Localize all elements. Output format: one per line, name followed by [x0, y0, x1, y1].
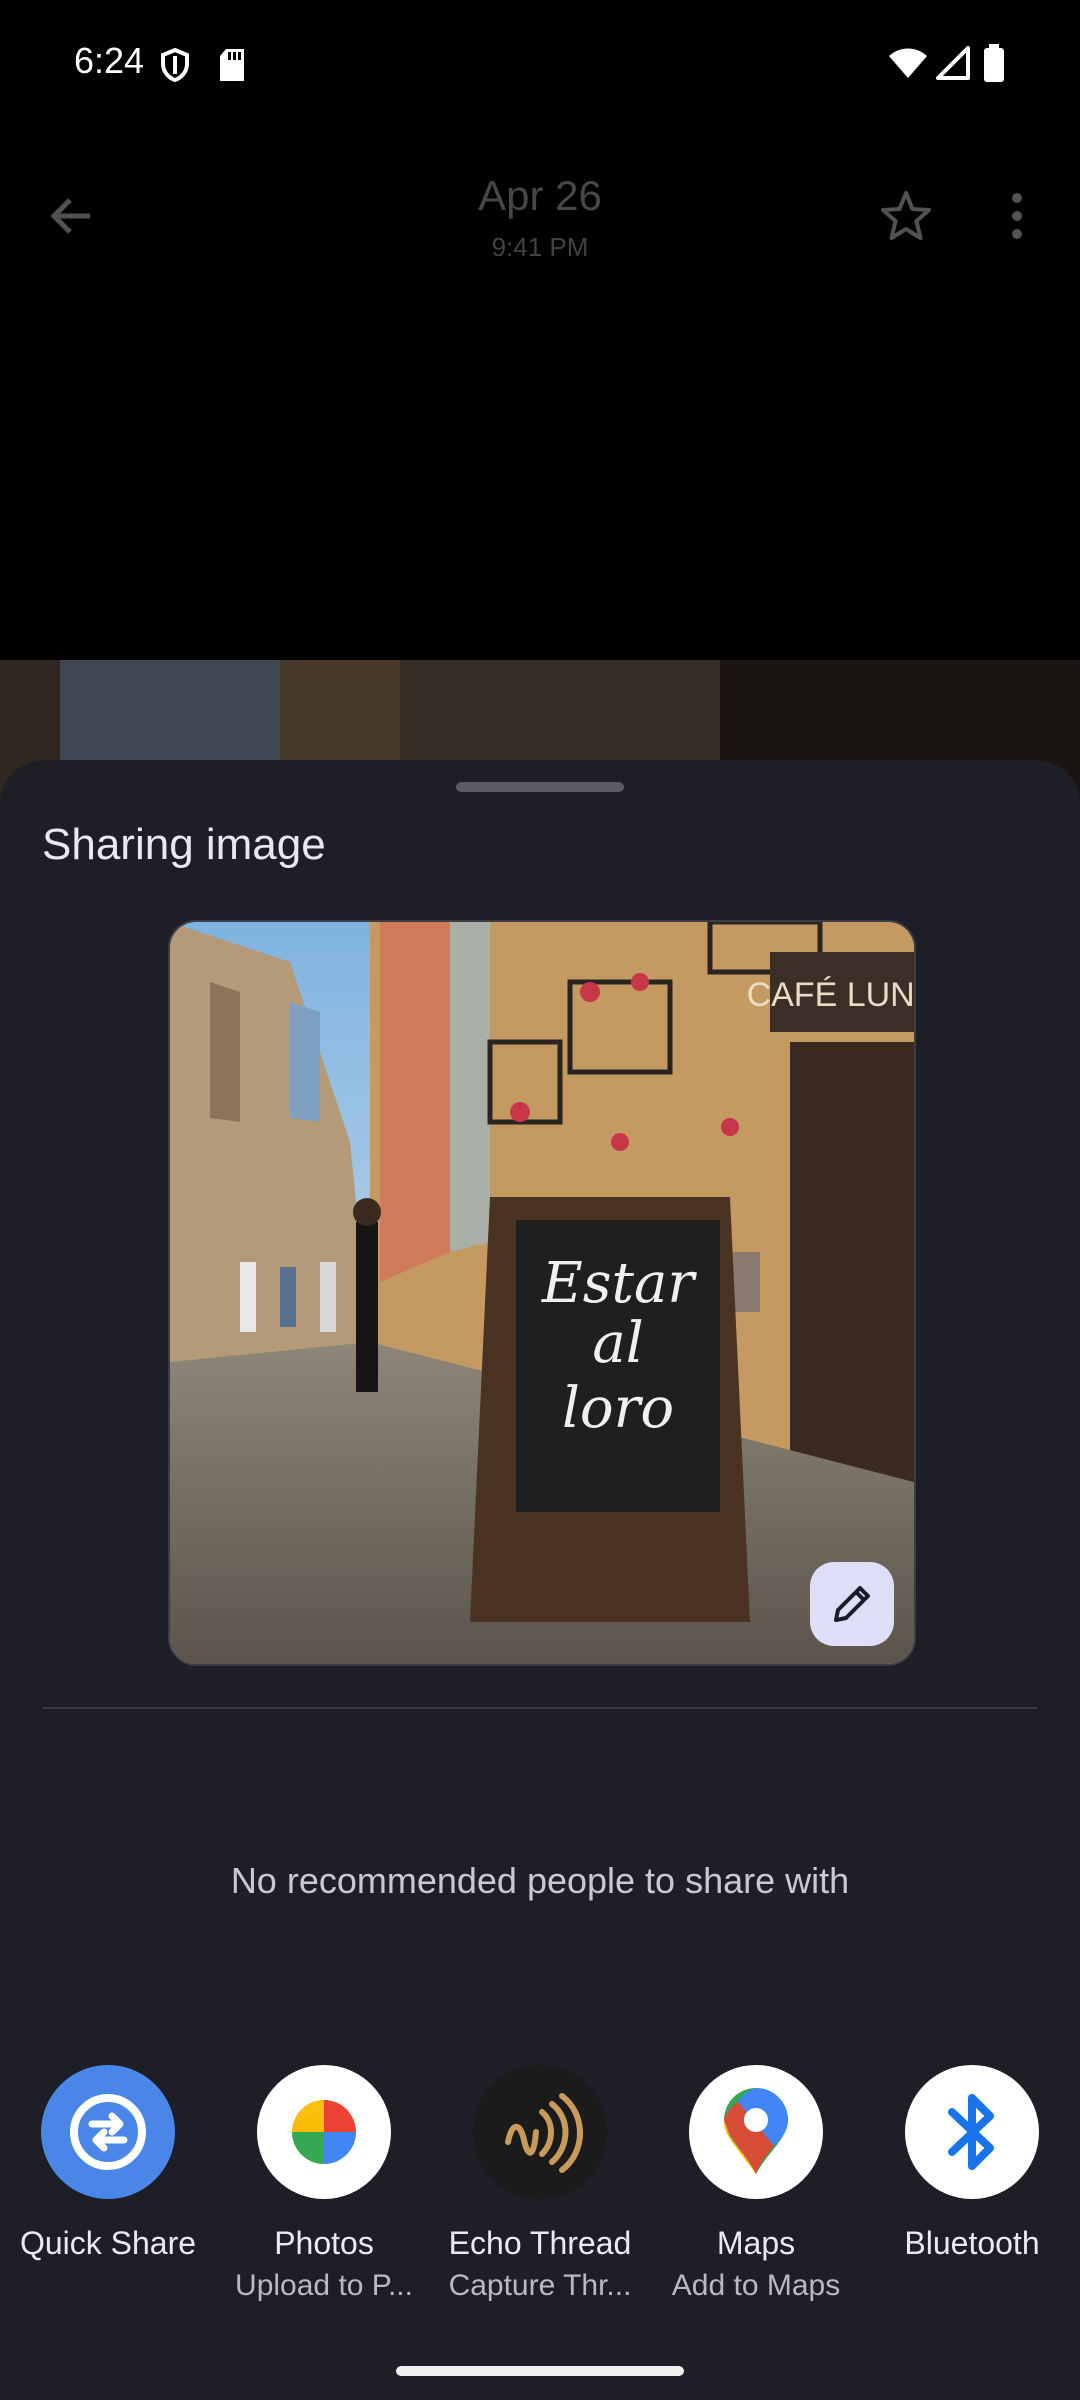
share-target-name: Echo Thread [448, 2225, 632, 2261]
battery-icon [984, 44, 1004, 82]
status-bar: 6:24 [0, 0, 1080, 132]
app-bar: Apr 26 9:41 PM [0, 132, 1080, 302]
share-target-subtitle: Upload to P... [235, 2269, 413, 2302]
chalkboard-line-3: loro [562, 1376, 674, 1441]
share-target-subtitle: Capture Thr... [448, 2269, 632, 2302]
share-sheet: Sharing image CAFÉ LUN Estar al loro No … [0, 760, 1080, 2400]
photos-pinwheel-icon [257, 2065, 391, 2199]
quick-share-icon [41, 2065, 175, 2199]
bluetooth-icon [905, 2065, 1039, 2199]
edit-image-button[interactable] [810, 1562, 894, 1646]
star-icon [881, 191, 931, 240]
share-target-name: Quick Share [19, 2225, 197, 2261]
echo-thread-icon [473, 2065, 607, 2199]
more-vert-icon [1012, 193, 1022, 239]
sd-card-icon [220, 49, 244, 81]
cafe-sign-text: CAFÉ LUNA [747, 976, 914, 1014]
share-target-name: Maps [716, 2225, 796, 2261]
divider [42, 1707, 1038, 1709]
share-target-name: Bluetooth [904, 2225, 1040, 2261]
chalkboard-line-1: Estar [541, 1251, 698, 1316]
share-target-name: Photos [274, 2225, 374, 2261]
signal-icon [936, 46, 970, 80]
share-target-subtitle: Add to Maps [671, 2269, 841, 2302]
no-recommended-people-message: No recommended people to share with [230, 1860, 850, 1901]
shield-icon [161, 48, 189, 82]
street-cafe-photo: CAFÉ LUNA Estar al loro [170, 922, 914, 1664]
drag-handle[interactable] [456, 782, 624, 792]
chalkboard-line-2: al [592, 1311, 643, 1376]
maps-pin-icon [689, 2065, 823, 2199]
sheet-title: Sharing image [42, 820, 326, 869]
share-targets: Quick Share Photos Upload to P... Echo T… [0, 2065, 1080, 2325]
wifi-icon [889, 48, 927, 78]
pencil-icon [834, 1586, 870, 1622]
status-time: 6:24 [74, 40, 145, 81]
home-indicator[interactable] [396, 2366, 684, 2376]
image-preview: CAFÉ LUNA Estar al loro [168, 920, 916, 1666]
